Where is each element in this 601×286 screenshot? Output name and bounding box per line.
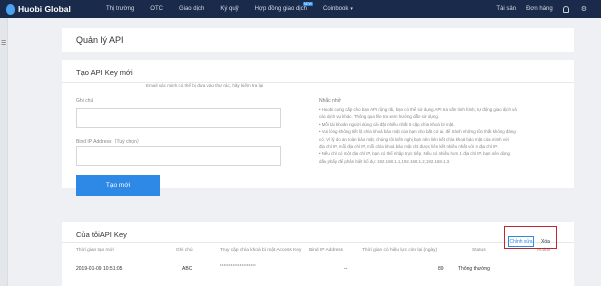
note-line: • Nếu chỉ có một địa chỉ IP, bạn có thể … — [319, 151, 510, 157]
apikeys-section-title: Của tôiAPI Key — [76, 230, 127, 239]
nav-trade[interactable]: Giao dịch — [179, 6, 204, 12]
delete-link[interactable]: Xóa — [541, 239, 550, 245]
my-api-keys-card: Của tôiAPI Key Thời gian tạo mới Ghi chú… — [62, 222, 574, 286]
note-label: Ghi chú — [76, 98, 94, 104]
cell-access-key: •••••••••••••••••••• — [220, 262, 257, 267]
header-remaining: Thời gian có hiệu lực còn lại (ngày) — [362, 248, 438, 253]
create-section-title: Tạo API Key mới — [76, 68, 133, 77]
note-line: • Mỗi tài khoản người dùng cài đặt nhiều… — [319, 121, 455, 127]
note-input[interactable] — [76, 108, 281, 128]
note-line: các dịch vụ khác. Thông qua file tra xem… — [319, 114, 439, 120]
cell-bind-ip: -- — [344, 266, 348, 272]
cell-remaining: 89 — [438, 266, 444, 272]
cell-created: 2019-01-09 10:51:05 — [76, 266, 123, 272]
nav-otc[interactable]: OTC — [150, 6, 163, 12]
note-line: có. Vì lý do an toàn bảo mật, chúng tôi … — [319, 136, 509, 142]
nav-contracts[interactable]: Hợp đồng giao dịch NEW — [254, 2, 313, 12]
header-created: Thời gian tạo mới — [76, 248, 114, 253]
new-badge: NEW — [302, 2, 313, 6]
nav-market[interactable]: Thị trường — [106, 6, 134, 12]
ip-input[interactable] — [76, 146, 281, 166]
note-line: • Huobi cung cấp cho bạn API rộng rãi, b… — [319, 107, 517, 112]
brand-logo[interactable]: Huobi Global — [6, 3, 86, 15]
bell-icon[interactable] — [562, 5, 569, 13]
sidebar: ☰ — [0, 18, 8, 286]
note-line: dấu phẩy để phân biệt bổ dụ: 192.168.1.1… — [319, 158, 451, 164]
nav-orders[interactable]: Đơn hàng — [526, 6, 553, 12]
page-title: Quản lý API — [76, 35, 124, 45]
nav-contracts-label: Hợp đồng giao dịch — [254, 6, 307, 12]
gear-icon[interactable]: ⚙ — [581, 5, 587, 13]
note-line: • Vui lòng không tiết lộ chìa khoá bảo m… — [319, 129, 516, 135]
divider — [62, 82, 574, 83]
nav-assets[interactable]: Tài sản — [496, 6, 516, 12]
create-api-key-card: Tạo API Key mới Ghi chú Bind IP Address（… — [62, 60, 574, 196]
header-status: Status — [472, 248, 486, 253]
nav-coinbook[interactable]: Coinbook ▾ — [323, 6, 353, 12]
header-access-key: Truy cập chìa khoá bí mật Access Key — [220, 248, 302, 253]
note-line: địa chỉ IP, mỗi địa chỉ IP, mỗi chìa kho… — [319, 144, 498, 150]
divider — [62, 242, 574, 243]
page-title-card: Quản lý API — [62, 28, 574, 52]
menu-icon[interactable]: ☰ — [1, 40, 6, 47]
cell-status: Thông thường — [458, 266, 490, 272]
ip-hint: Email xác minh có thể bị đưa vào thư rác… — [146, 83, 264, 88]
cell-note: ABC — [182, 266, 193, 272]
reminder-notes: Nhắc nhở • Huobi cung cấp cho bạn API rộ… — [319, 98, 559, 165]
nav-margin[interactable]: Ký quỹ — [220, 6, 238, 12]
chevron-down-icon: ▾ — [350, 6, 353, 12]
header-note: Ghi chú — [176, 248, 193, 253]
top-nav: Huobi Global Thị trường OTC Giao dịch Ký… — [0, 0, 601, 18]
edit-button[interactable]: Chỉnh sửa — [508, 236, 534, 247]
nav-right: Tài sản Đơn hàng ⚙ — [486, 0, 587, 18]
create-button[interactable]: Tạo mới — [76, 175, 160, 196]
ip-label: Bind IP Address（Tuỳ chọn） — [76, 139, 142, 145]
header-bind-ip: Bind IP Address — [309, 248, 344, 253]
flame-icon — [6, 3, 15, 15]
notes-title: Nhắc nhở — [319, 98, 341, 104]
nav-coinbook-label: Coinbook — [322, 6, 349, 12]
brand-name: Huobi Global — [18, 4, 71, 14]
